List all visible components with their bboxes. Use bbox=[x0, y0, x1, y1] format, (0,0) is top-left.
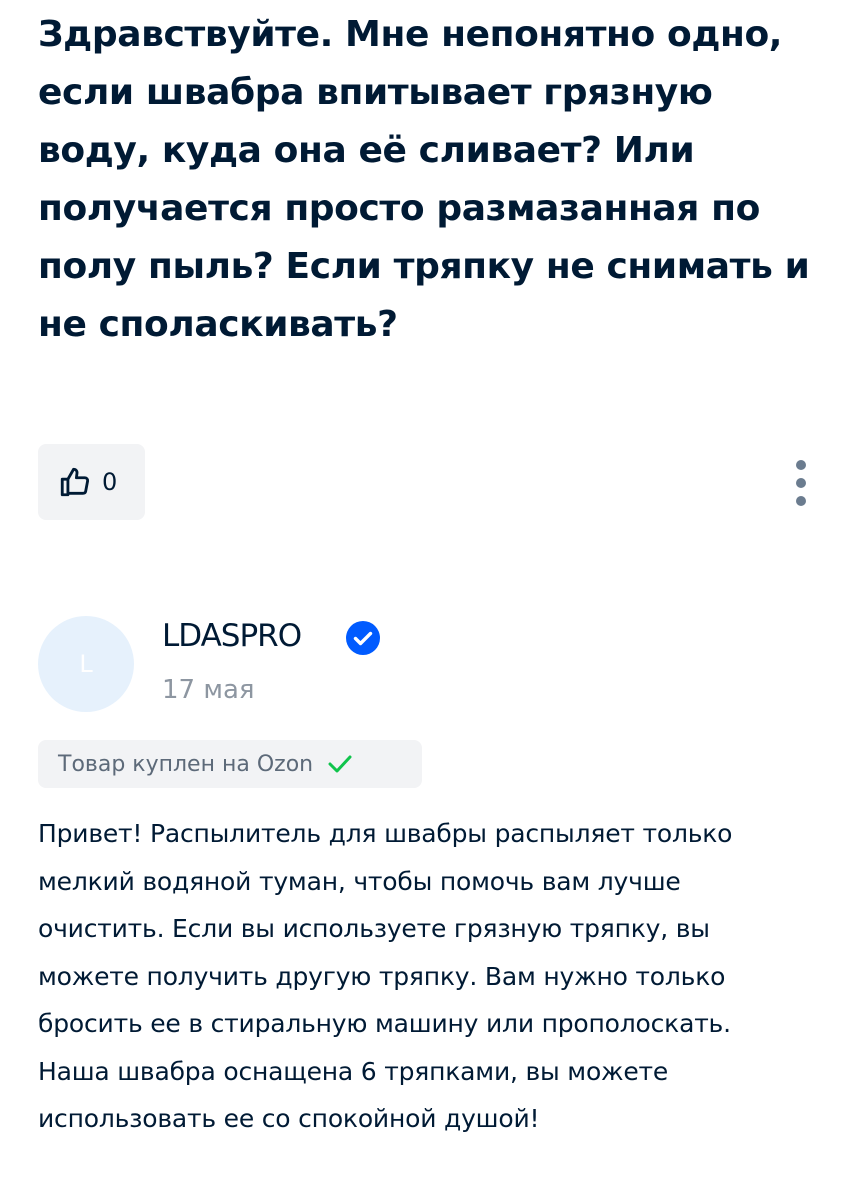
review-date: 17 мая bbox=[162, 675, 255, 705]
purchase-badge-text: Товар куплен на Ozon bbox=[58, 751, 314, 777]
answer-text: Привет! Распылитель для швабры распыляет… bbox=[38, 819, 733, 1133]
verified-check-icon bbox=[346, 621, 380, 655]
like-button[interactable]: 0 bbox=[38, 444, 145, 520]
more-vertical-icon bbox=[796, 478, 806, 488]
question-text: Здравствуйте. Мне непонятно одно, если ш… bbox=[38, 14, 810, 345]
avatar-letter: L bbox=[79, 650, 93, 678]
more-vertical-icon bbox=[796, 460, 806, 470]
author-name[interactable]: LDASPRO bbox=[162, 614, 302, 658]
check-icon bbox=[328, 755, 352, 773]
like-count: 0 bbox=[102, 468, 118, 496]
purchase-badge: Товар куплен на Ozon bbox=[38, 740, 422, 788]
more-vertical-icon bbox=[796, 496, 806, 506]
avatar[interactable]: L bbox=[38, 616, 134, 712]
more-options-button[interactable] bbox=[784, 456, 818, 510]
thumbs-up-icon bbox=[60, 467, 90, 497]
